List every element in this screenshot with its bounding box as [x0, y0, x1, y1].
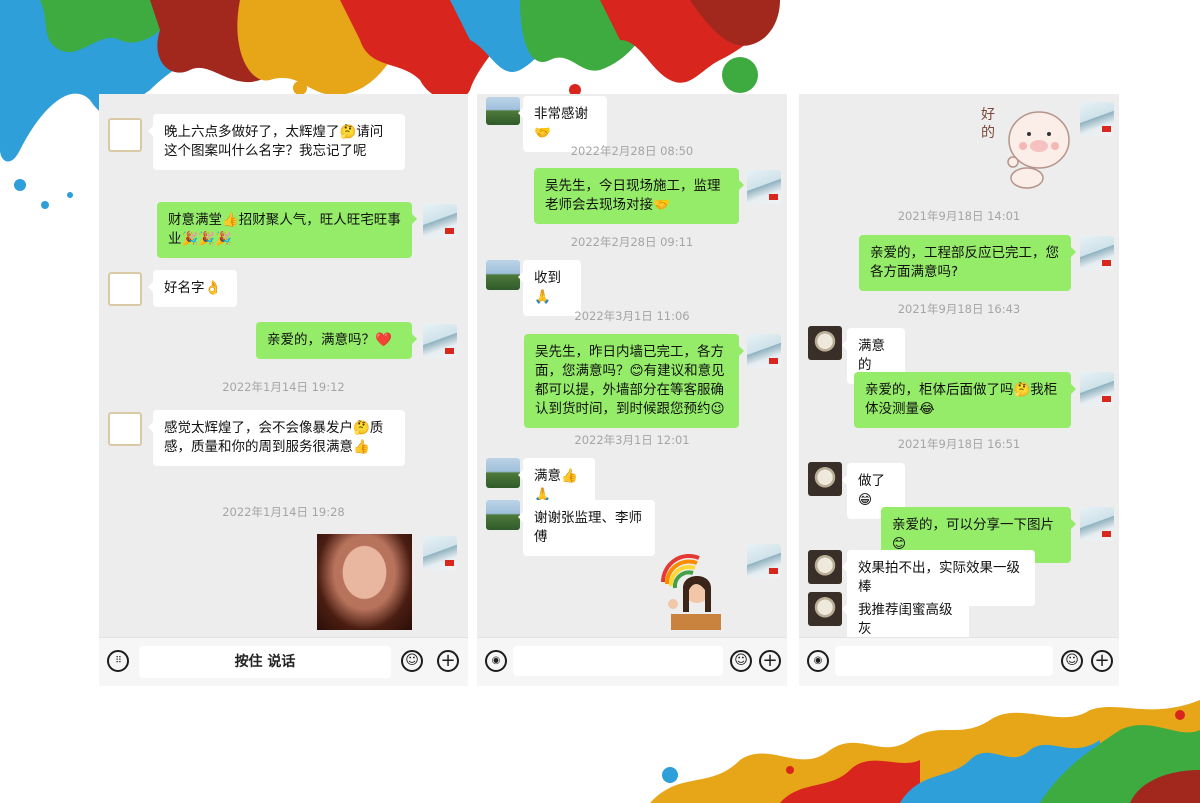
timestamp: 2022年1月14日 19:28 — [222, 505, 345, 519]
voice-icon[interactable]: ◉ — [485, 650, 507, 672]
contact-avatar[interactable] — [108, 272, 142, 306]
timestamp: 2022年2月28日 08:50 — [570, 144, 694, 158]
my-avatar[interactable] — [423, 204, 457, 238]
input-bar: ⠿ 按住 说话 ☺ + — [99, 637, 468, 686]
contact-avatar[interactable] — [486, 458, 520, 488]
timestamp: 2021年9月18日 14:01 — [897, 209, 1021, 223]
contact-avatar[interactable] — [108, 118, 142, 152]
message-bubble-out[interactable]: 亲爱的，工程部反应已完工，您各方面满意吗? — [859, 235, 1076, 291]
hold-to-talk-button[interactable]: 按住 说话 — [139, 646, 391, 678]
chat-panel-2: 非常感谢🤝 2022年2月28日 08:50 吴先生，今日现场施工，监理老师会去… — [477, 94, 787, 686]
timestamp: 2021年9月18日 16:43 — [897, 302, 1021, 316]
message-bubble-out[interactable]: 亲爱的，满意吗？❤️ — [256, 322, 417, 359]
contact-avatar[interactable] — [486, 500, 520, 530]
contact-avatar[interactable] — [808, 462, 842, 496]
message-bubble-in[interactable]: 谢谢张监理、李师傅 — [518, 500, 655, 556]
message-input[interactable] — [513, 646, 723, 676]
chat-panel-3: 好的 2021年9月18日 14:01 亲爱的，工程部反应已完工，您各方面满意吗… — [799, 94, 1119, 686]
sticker-rainbow-girl[interactable] — [659, 552, 727, 630]
keyboard-icon[interactable]: ⠿ — [107, 650, 129, 672]
contact-avatar[interactable] — [808, 326, 842, 360]
contact-avatar[interactable] — [108, 412, 142, 446]
contact-avatar[interactable] — [808, 550, 842, 584]
timestamp: 2022年3月1日 12:01 — [574, 433, 690, 447]
my-avatar[interactable] — [1080, 236, 1114, 270]
contact-avatar[interactable] — [486, 97, 520, 125]
my-avatar[interactable] — [1080, 507, 1114, 541]
my-avatar[interactable] — [423, 536, 457, 570]
plus-icon[interactable]: + — [759, 650, 781, 672]
timestamp: 2022年1月14日 19:12 — [222, 380, 345, 394]
input-bar: ◉ ☺ + — [799, 637, 1119, 686]
message-bubble-in[interactable]: 晚上六点多做好了，太辉煌了🤔请问这个图案叫什么名字？我忘记了呢 — [148, 114, 405, 170]
message-bubble-in[interactable]: 感觉太辉煌了，会不会像暴发户🤔质感，质量和你的周到服务很满意👍 — [148, 410, 405, 466]
photo-message[interactable] — [317, 534, 412, 630]
my-avatar[interactable] — [1080, 102, 1114, 136]
plus-icon[interactable]: + — [1091, 650, 1113, 672]
timestamp: 2022年3月1日 11:06 — [574, 309, 690, 323]
my-avatar[interactable] — [1080, 372, 1114, 406]
message-bubble-in[interactable]: 好名字👌 — [148, 270, 237, 307]
message-bubble-out[interactable]: 吴先生，今日现场施工，监理老师会去现场对接🤝 — [534, 168, 744, 224]
contact-avatar[interactable] — [808, 592, 842, 626]
my-avatar[interactable] — [423, 324, 457, 358]
plus-icon[interactable]: + — [437, 650, 459, 672]
chat-panel-1: 晚上六点多做好了，太辉煌了🤔请问这个图案叫什么名字？我忘记了呢 财意满堂👍招财聚… — [99, 94, 468, 686]
my-avatar[interactable] — [747, 544, 781, 578]
sticker-caption: 好的 — [981, 107, 995, 141]
input-bar: ◉ ☺ + — [477, 637, 787, 686]
smiley-icon[interactable]: ☺ — [730, 650, 752, 672]
my-avatar[interactable] — [747, 334, 781, 368]
smiley-icon[interactable]: ☺ — [1061, 650, 1083, 672]
contact-avatar[interactable] — [486, 260, 520, 290]
message-bubble-out[interactable]: 吴先生，昨日内墙已完工，各方面，您满意吗？😊有建议和意见都可以提，外墙部分在等客… — [524, 334, 744, 428]
voice-icon[interactable]: ◉ — [807, 650, 829, 672]
message-bubble-out[interactable]: 财意满堂👍招财聚人气，旺人旺宅旺事业🎉🎉🎉 — [157, 202, 417, 258]
my-avatar[interactable] — [747, 170, 781, 204]
message-input[interactable] — [835, 646, 1053, 676]
smiley-icon[interactable]: ☺ — [401, 650, 423, 672]
timestamp: 2021年9月18日 16:51 — [897, 437, 1021, 451]
timestamp: 2022年2月28日 09:11 — [570, 235, 694, 249]
message-bubble-out[interactable]: 亲爱的，柜体后面做了吗🤔我柜体没测量😂 — [854, 372, 1076, 428]
